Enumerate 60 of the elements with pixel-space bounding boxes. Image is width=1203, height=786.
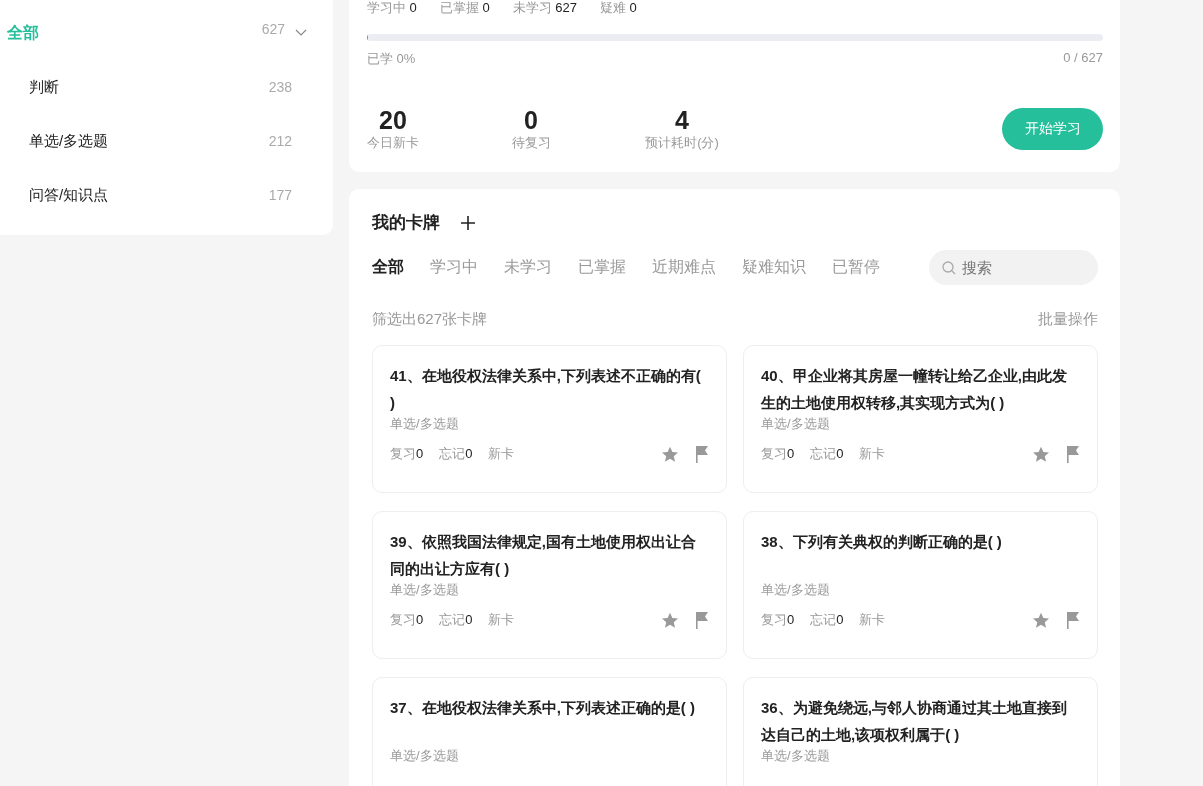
flag-icon[interactable] bbox=[695, 445, 709, 463]
card-type: 单选/多选题 bbox=[390, 581, 460, 599]
card-stat: 复习0 bbox=[390, 611, 424, 629]
add-icon[interactable] bbox=[460, 214, 476, 231]
metric-label: 今日新卡 bbox=[367, 134, 419, 152]
flashcard[interactable]: 41、在地役权法律关系中,下列表述不正确的有( ) 单选/多选题 复习0 忘记0 新卡 bbox=[372, 345, 727, 493]
status-count: 学习中 0 bbox=[367, 0, 417, 16]
category-item[interactable]: 单选/多选题 212 bbox=[0, 114, 333, 168]
chevron-icon[interactable] bbox=[295, 29, 307, 37]
section-title: 我的卡牌 bbox=[372, 212, 440, 234]
filter-summary: 筛选出627张卡牌 bbox=[372, 310, 488, 329]
category-item[interactable]: 判断 238 bbox=[0, 60, 333, 114]
flashcard[interactable]: 39、依照我国法律规定,国有土地使用权出让合同的出让方应有( ) 单选/多选题 复习0 忘记0 新卡 bbox=[372, 511, 727, 659]
card-title: 41、在地役权法律关系中,下列表述不正确的有( ) bbox=[390, 366, 702, 413]
category-item[interactable]: 问答/知识点 177 bbox=[0, 168, 333, 222]
metric-label: 预计耗时(分) bbox=[645, 134, 719, 152]
filter-tab[interactable]: 全部 bbox=[372, 257, 404, 278]
search-field[interactable]: 搜索 bbox=[929, 250, 1098, 285]
flag-icon[interactable] bbox=[1066, 611, 1080, 629]
progress-reading: 0 / 627 bbox=[1063, 50, 1103, 67]
metric-label: 待复习 bbox=[511, 134, 551, 152]
card-title: 37、在地役权法律关系中,下列表述正确的是( ) bbox=[390, 698, 696, 718]
card-type: 单选/多选题 bbox=[761, 747, 831, 765]
flashcard[interactable]: 36、为避免绕远,与邻人协商通过其土地直接到达自己的土地,该项权利属于( ) 单选/多选题 bbox=[743, 677, 1098, 786]
flag-icon[interactable] bbox=[695, 611, 709, 629]
card-stat: 新卡 bbox=[859, 445, 886, 463]
metric-value: 20 bbox=[379, 106, 407, 134]
card-type: 单选/多选题 bbox=[390, 747, 460, 765]
card-stat: 新卡 bbox=[859, 611, 886, 629]
card-stat: 新卡 bbox=[488, 445, 515, 463]
search-icon bbox=[942, 261, 956, 275]
flashcard[interactable]: 40、甲企业将其房屋一幢转让给乙企业,由此发生的土地使用权转移,其实现方式为( ) 单选/多选题 复习0 忘记0 新卡 bbox=[743, 345, 1098, 493]
card-stat: 忘记0 bbox=[810, 611, 844, 629]
card-stat: 忘记0 bbox=[439, 611, 473, 629]
card-type: 单选/多选题 bbox=[390, 415, 460, 433]
flag-icon[interactable] bbox=[1066, 445, 1080, 463]
card-title: 36、为避免绕远,与邻人协商通过其土地直接到达自己的土地,该项权利属于( ) bbox=[761, 698, 1068, 745]
card-type: 单选/多选题 bbox=[761, 415, 831, 433]
status-count: 未学习 627 bbox=[512, 0, 577, 16]
progress-label: 已学 0% bbox=[367, 50, 416, 68]
star-icon[interactable] bbox=[1032, 445, 1050, 463]
star-icon[interactable] bbox=[661, 611, 679, 629]
star-icon[interactable] bbox=[661, 445, 679, 463]
flashcard[interactable]: 38、下列有关典权的判断正确的是( ) 单选/多选题 复习0 忘记0 新卡 bbox=[743, 511, 1098, 659]
card-title: 38、下列有关典权的判断正确的是( ) bbox=[761, 532, 1003, 552]
card-stat: 忘记0 bbox=[810, 445, 844, 463]
card-type: 单选/多选题 bbox=[761, 581, 831, 599]
card-stat: 忘记0 bbox=[439, 445, 473, 463]
flashcard[interactable]: 37、在地役权法律关系中,下列表述正确的是( ) 单选/多选题 bbox=[372, 677, 727, 786]
status-count: 已掌握 0 bbox=[439, 0, 490, 16]
metric-value: 4 bbox=[675, 106, 689, 134]
status-count: 疑难 0 bbox=[600, 0, 637, 16]
card-stat: 复习0 bbox=[761, 445, 795, 463]
card-stat: 复习0 bbox=[390, 445, 424, 463]
card-stat: 新卡 bbox=[488, 611, 515, 629]
metric-value: 0 bbox=[524, 106, 538, 134]
card-stat: 复习0 bbox=[761, 611, 795, 629]
card-title: 40、甲企业将其房屋一幢转让给乙企业,由此发生的土地使用权转移,其实现方式为( ) bbox=[761, 366, 1068, 413]
card-title: 39、依照我国法律规定,国有土地使用权出让合同的出让方应有( ) bbox=[390, 532, 697, 579]
star-icon[interactable] bbox=[1032, 611, 1050, 629]
